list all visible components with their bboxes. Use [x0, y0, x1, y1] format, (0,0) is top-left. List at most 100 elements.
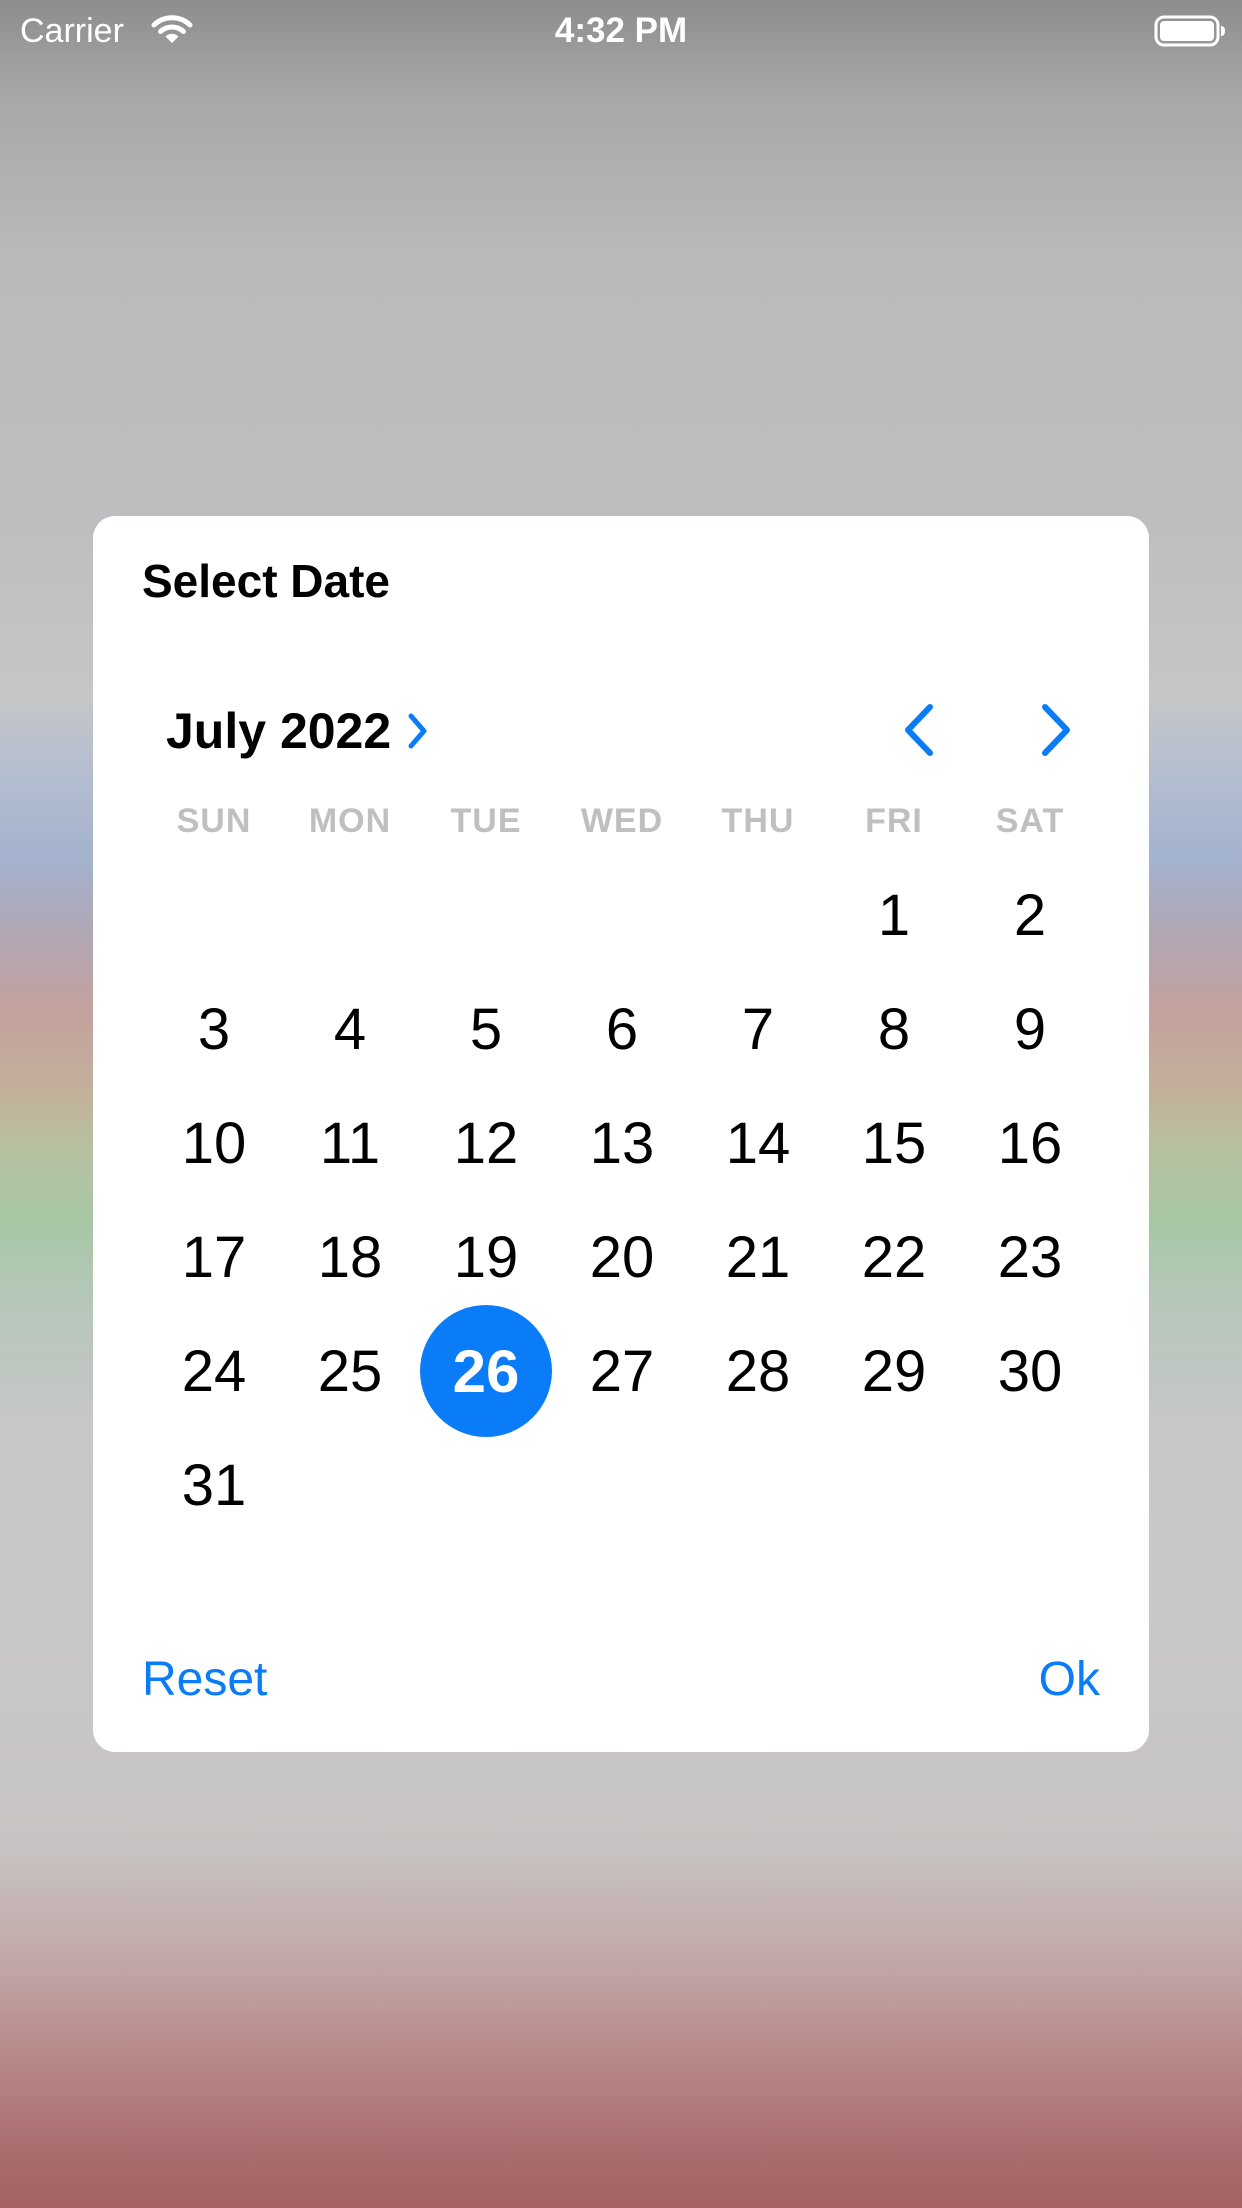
calendar-week: 12 — [146, 858, 1098, 972]
day-number: 26 — [420, 1305, 552, 1437]
empty-day-cell — [962, 1428, 1098, 1542]
month-year-selector[interactable]: July 2022 — [166, 701, 429, 761]
day-number: 21 — [725, 1224, 791, 1290]
day-cell[interactable]: 31 — [146, 1428, 282, 1542]
status-time: 4:32 PM — [554, 11, 688, 50]
chevron-left-icon — [902, 702, 936, 763]
day-cell[interactable]: 15 — [826, 1086, 962, 1200]
day-cell[interactable]: 29 — [826, 1314, 962, 1428]
day-cell[interactable]: 10 — [146, 1086, 282, 1200]
day-number: 14 — [725, 1110, 791, 1176]
day-number: 8 — [877, 996, 911, 1062]
day-cell[interactable]: 5 — [418, 972, 554, 1086]
day-number: 24 — [181, 1338, 247, 1404]
day-cell[interactable]: 28 — [690, 1314, 826, 1428]
month-label: July 2022 — [166, 703, 392, 759]
calendar-week: 10 11 12 13 14 15 16 — [146, 1086, 1098, 1200]
battery-icon — [1154, 14, 1226, 57]
day-number: 28 — [725, 1338, 791, 1404]
empty-day-cell — [554, 1428, 690, 1542]
day-cell[interactable]: 1 — [826, 858, 962, 972]
calendar-week: 3 4 5 6 7 8 9 — [146, 972, 1098, 1086]
day-number: 29 — [861, 1338, 927, 1404]
day-number: 15 — [861, 1110, 927, 1176]
calendar-week: 24 25 26 27 28 29 30 — [146, 1305, 1098, 1437]
empty-day-cell — [418, 858, 554, 972]
day-cell[interactable]: 22 — [826, 1200, 962, 1314]
day-cell[interactable]: 20 — [554, 1200, 690, 1314]
day-number: 12 — [453, 1110, 519, 1176]
empty-day-cell — [146, 858, 282, 972]
day-cell[interactable]: 23 — [962, 1200, 1098, 1314]
day-number: 4 — [333, 996, 367, 1062]
day-number: 7 — [741, 996, 775, 1062]
day-number: 13 — [589, 1110, 655, 1176]
day-cell[interactable]: 3 — [146, 972, 282, 1086]
status-bar: Carrier 4:32 PM — [0, 0, 1242, 62]
calendar-grid: 1 2 3 4 5 6 7 8 9 10 11 12 13 14 15 16 17 18 19 20 21 22 23 24 2… — [146, 858, 1098, 1542]
day-number: 27 — [589, 1338, 655, 1404]
weekday-label: MON — [308, 802, 392, 840]
weekday-label: SAT — [995, 802, 1065, 840]
day-cell-selected[interactable]: 26 — [418, 1305, 554, 1437]
day-cell[interactable]: 14 — [690, 1086, 826, 1200]
day-cell[interactable]: 8 — [826, 972, 962, 1086]
reset-button[interactable]: Reset — [142, 1652, 267, 1707]
day-cell[interactable]: 2 — [962, 858, 1098, 972]
day-cell[interactable]: 12 — [418, 1086, 554, 1200]
day-number: 20 — [589, 1224, 655, 1290]
day-cell[interactable]: 4 — [282, 972, 418, 1086]
day-cell[interactable]: 17 — [146, 1200, 282, 1314]
day-number: 3 — [197, 996, 231, 1062]
day-number: 25 — [317, 1338, 383, 1404]
day-cell[interactable]: 9 — [962, 972, 1098, 1086]
day-cell[interactable]: 24 — [146, 1314, 282, 1428]
day-cell[interactable]: 16 — [962, 1086, 1098, 1200]
calendar-week: 17 18 19 20 21 22 23 — [146, 1200, 1098, 1314]
day-cell[interactable]: 19 — [418, 1200, 554, 1314]
empty-day-cell — [690, 858, 826, 972]
empty-day-cell — [282, 1428, 418, 1542]
day-number: 11 — [319, 1110, 381, 1176]
day-number: 2 — [1013, 882, 1047, 948]
empty-day-cell — [418, 1428, 554, 1542]
day-cell[interactable]: 25 — [282, 1314, 418, 1428]
weekday-label: FRI — [865, 802, 923, 840]
day-number: 6 — [605, 996, 639, 1062]
empty-day-cell — [282, 858, 418, 972]
empty-day-cell — [690, 1428, 826, 1542]
empty-day-cell — [826, 1428, 962, 1542]
day-number: 1 — [877, 882, 911, 948]
day-number: 17 — [181, 1224, 247, 1290]
day-cell[interactable]: 30 — [962, 1314, 1098, 1428]
day-number: 19 — [453, 1224, 519, 1290]
weekday-label: TUE — [450, 802, 522, 840]
ok-button[interactable]: Ok — [1039, 1652, 1100, 1707]
calendar-week: 31 — [146, 1428, 1098, 1542]
day-cell[interactable]: 27 — [554, 1314, 690, 1428]
day-cell[interactable]: 7 — [690, 972, 826, 1086]
day-cell[interactable]: 18 — [282, 1200, 418, 1314]
day-cell[interactable]: 13 — [554, 1086, 690, 1200]
weekday-label: SUN — [176, 802, 252, 840]
weekday-label: WED — [580, 802, 664, 840]
day-number: 16 — [997, 1110, 1063, 1176]
day-number: 30 — [997, 1338, 1063, 1404]
day-number: 22 — [861, 1224, 927, 1290]
weekday-header: SUN MON TUE WED THU FRI SAT — [146, 802, 1098, 852]
day-number: 5 — [469, 996, 503, 1062]
day-number: 9 — [1013, 996, 1047, 1062]
day-number: 23 — [997, 1224, 1063, 1290]
date-picker-dialog: Select Date July 2022 SUN MON TUE WED TH… — [93, 516, 1149, 1752]
empty-day-cell — [554, 858, 690, 972]
day-number: 10 — [181, 1110, 247, 1176]
day-number: 31 — [181, 1452, 247, 1518]
previous-month-button[interactable] — [889, 700, 949, 764]
chevron-right-icon — [1039, 702, 1073, 763]
day-cell[interactable]: 11 — [282, 1086, 418, 1200]
next-month-button[interactable] — [1026, 700, 1086, 764]
weekday-label: THU — [721, 802, 795, 840]
day-cell[interactable]: 6 — [554, 972, 690, 1086]
day-cell[interactable]: 21 — [690, 1200, 826, 1314]
chevron-right-icon — [407, 712, 429, 750]
